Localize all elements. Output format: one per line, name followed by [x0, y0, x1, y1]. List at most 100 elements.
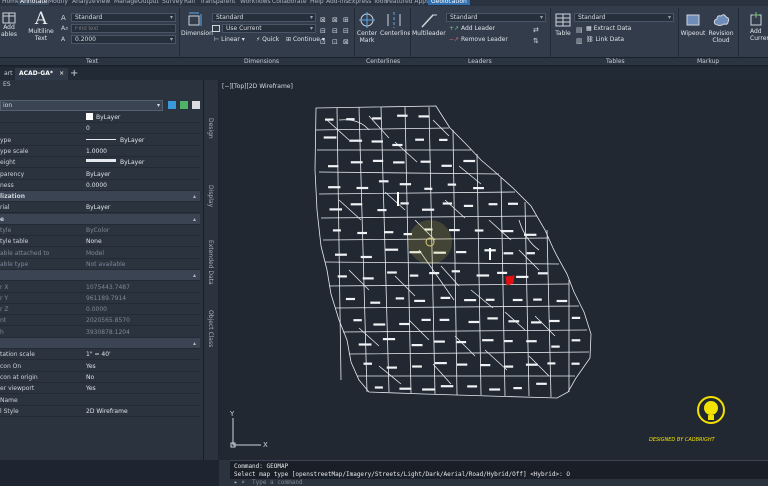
menu-tab-modify[interactable]: Modify	[48, 0, 68, 5]
command-line-handle[interactable]	[219, 460, 230, 486]
panel-label-centerlines[interactable]: Centerlines	[366, 58, 400, 65]
leader-style-dropdown[interactable]: Standard ▾	[446, 13, 546, 22]
property-row[interactable]: parency ByLayer	[0, 169, 200, 180]
property-section-header[interactable]: ▴	[0, 270, 200, 282]
menu-tab-view[interactable]: View	[96, 0, 110, 5]
revision-cloud-button[interactable]: Revision Cloud	[706, 12, 736, 44]
property-row[interactable]: con On Yes	[0, 361, 200, 372]
selection-dropdown[interactable]: ion ▾	[0, 100, 163, 111]
property-row[interactable]: able type Not available	[0, 259, 200, 270]
add-tables-button[interactable]: Add ables	[0, 12, 18, 38]
close-icon[interactable]: ×	[59, 70, 64, 77]
table-tools-icon[interactable]: ▤ ▥	[576, 25, 583, 47]
menu-tab-manage[interactable]: Manage	[114, 0, 138, 5]
property-section-header[interactable]: ▴	[0, 338, 200, 349]
center-mark-button[interactable]: Center Mark	[356, 12, 378, 44]
county-label	[357, 231, 367, 235]
panel-label-leaders[interactable]: Leaders	[468, 58, 492, 65]
menu-tab-annotate[interactable]: Annotate	[18, 0, 50, 5]
property-row[interactable]: l Style 2D Wireframe	[0, 406, 200, 417]
side-tab-object-class[interactable]: Object Class	[207, 310, 214, 347]
dim-style-dropdown[interactable]: Standard ▾	[212, 13, 316, 22]
dim-tools-icon[interactable]: ⊠ ⊟ ⊡	[320, 15, 326, 48]
property-value-text: 1075443.7487	[86, 283, 130, 291]
property-row[interactable]: h 3930878.1204	[0, 327, 200, 338]
side-tab-display[interactable]: Display	[207, 185, 214, 207]
menu-tab-add-ins[interactable]: Add-ins	[326, 0, 348, 5]
link-data-button[interactable]: ⛓ Link Data	[586, 36, 624, 44]
side-tab-design[interactable]: Design	[207, 118, 214, 139]
table-button[interactable]: Table	[553, 12, 573, 37]
menu-tab-featured-apps[interactable]: Featured Apps	[386, 0, 429, 5]
property-row[interactable]: nt 2020565.8570	[0, 315, 200, 327]
property-row[interactable]: ness 0.0000	[0, 180, 200, 191]
extract-data-button[interactable]: ▦ Extract Data	[586, 25, 631, 33]
side-tab-extended-data[interactable]: Extended Data	[207, 240, 214, 285]
menu-tab-transparent[interactable]: Transparent	[200, 0, 236, 5]
collapse-arrow-icon[interactable]: ▴	[193, 270, 196, 281]
find-text-input[interactable]	[71, 24, 176, 33]
property-row[interactable]: con at origin No	[0, 372, 200, 383]
wipeout-button[interactable]: Wipeout	[680, 12, 706, 37]
dim-layer-dropdown[interactable]: Use Current ▾	[222, 24, 316, 33]
panel-label-dimensions[interactable]: Dimensions	[244, 58, 279, 65]
property-row[interactable]: r Y 961189.7914	[0, 293, 200, 304]
property-row[interactable]: rial ByLayer	[0, 202, 200, 214]
centerline-label: Centerline	[380, 30, 412, 37]
link-data-label: Link Data	[595, 36, 625, 43]
table-style-dropdown[interactable]: Standard ▾	[574, 13, 674, 22]
multileader-button[interactable]: Multileader	[412, 12, 446, 37]
quick-button[interactable]: ⚡ Quick	[256, 36, 279, 44]
multiline-text-button[interactable]: A Multiline Text	[26, 10, 56, 42]
property-row[interactable]: ype ByLayer	[0, 135, 200, 146]
quick-select-icon[interactable]	[192, 101, 200, 109]
menu-tab-analyze[interactable]: Analyze	[72, 0, 96, 5]
doc-tab-acad-ga[interactable]: ACAD-GA* ×	[15, 68, 69, 80]
menu-tab-collaborate[interactable]: Collaborate	[272, 0, 307, 5]
collapse-arrow-icon[interactable]: ▴	[193, 214, 196, 225]
collapse-arrow-icon[interactable]: ▴	[193, 191, 196, 202]
property-row[interactable]: tation scale 1" = 40'	[0, 349, 200, 361]
toggle-pickadd-icon[interactable]	[168, 101, 176, 109]
property-row[interactable]: tyle ByColor	[0, 225, 200, 236]
add-current-scale-button[interactable]: Add Current S	[740, 12, 768, 42]
linear-button[interactable]: ⊢ Linear ▾	[214, 36, 245, 44]
drawing-canvas[interactable]: [−][Top][2D Wireframe] Y X DESIGNED BY C…	[219, 80, 768, 460]
collapse-arrow-icon[interactable]: ▴	[193, 338, 196, 349]
menu-tab-survey[interactable]: Survey	[162, 0, 183, 5]
property-section-header[interactable]: e ▴	[0, 213, 200, 225]
property-row[interactable]: ByLayer	[0, 112, 200, 123]
menu-tab-express-tools[interactable]: Express Tools	[348, 0, 388, 5]
property-section-header[interactable]: lization ▴	[0, 191, 200, 203]
menu-tab-workflows[interactable]: Workflows	[240, 0, 271, 5]
leader-tools-icon[interactable]: ⇄ ⇅	[533, 25, 539, 47]
select-objects-icon[interactable]	[180, 101, 188, 109]
command-input[interactable]: ▸ ⌕ Type a command	[230, 479, 768, 486]
add-leader-button[interactable]: +↗ Add Leader	[449, 25, 495, 33]
panel-label-markup[interactable]: Markup	[697, 58, 719, 65]
property-row[interactable]: r Z 0.0000	[0, 304, 200, 316]
text-style-dropdown[interactable]: Standard ▾	[71, 13, 176, 22]
text-height-dropdown[interactable]: 0.2000 ▾	[71, 35, 176, 44]
panel-label-tables[interactable]: Tables	[606, 58, 625, 65]
property-row[interactable]: ype scale 1.0000	[0, 146, 200, 157]
property-row[interactable]: Name	[0, 395, 200, 406]
property-row[interactable]: r X 1075443.7487	[0, 282, 200, 293]
panel-label-text[interactable]: Text	[86, 58, 98, 65]
remove-leader-button[interactable]: −↗ Remove Leader	[449, 36, 508, 44]
centerline-button[interactable]: Centerline	[380, 12, 412, 37]
table-icon	[2, 12, 16, 24]
menu-tab-rail[interactable]: Rail	[184, 0, 195, 5]
property-row[interactable]: able attached to Model	[0, 248, 200, 259]
dim-tools-icon-2[interactable]: ⊠ ⊟ ⊡	[332, 15, 338, 48]
menu-tab-geolocation[interactable]: Geolocation	[428, 0, 470, 5]
property-row[interactable]: tyle table None	[0, 236, 200, 248]
property-row[interactable]: 0	[0, 123, 200, 135]
menu-tab-help[interactable]: Help	[310, 0, 324, 5]
property-row[interactable]: eight ByLayer	[0, 157, 200, 169]
new-tab-button[interactable]: +	[66, 68, 82, 80]
property-row[interactable]: er viewport Yes	[0, 383, 200, 395]
menu-tab-output[interactable]: Output	[138, 0, 159, 5]
dimension-button[interactable]: Dimension	[181, 12, 213, 37]
dim-tools-icon-3[interactable]: ⊞ ⊟ ⊠	[343, 15, 349, 48]
